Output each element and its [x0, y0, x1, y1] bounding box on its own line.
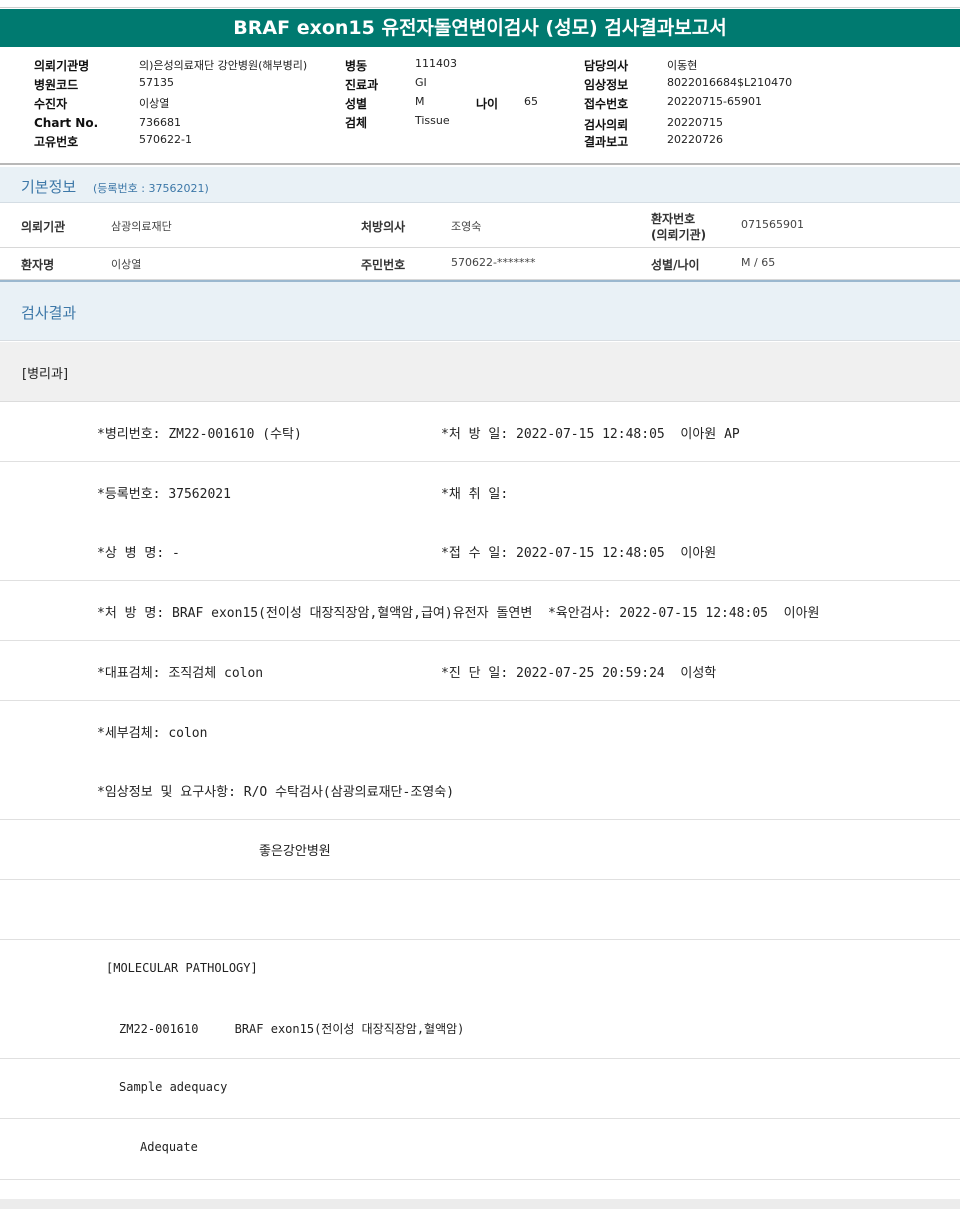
result-line-11: ZM22-001610 BRAF exon15(전이성 대장직장암,혈액암): [0, 999, 960, 1059]
label-receipt-no: 접수번호: [584, 97, 629, 111]
label-report-date: 결과보고: [584, 135, 629, 149]
value-patient-name: 이상열: [111, 258, 142, 271]
collection-date: *채 취 일:: [441, 487, 509, 502]
value-chart-no: 736681: [139, 116, 181, 129]
prescription-name: *처 방 명: BRAF exon15(전이성 대장직장암,혈액암,급여)유전자…: [97, 606, 820, 621]
result-line-7: *임상정보 및 요구사항: R/O 수탁검사(삼광의료재단-조영숙): [0, 760, 960, 820]
label-prescribing-doctor: 처방의사: [361, 220, 406, 234]
department-label: [병리과]: [22, 367, 69, 382]
value-specimen: Tissue: [415, 114, 450, 127]
detail-specimen: *세부검체: colon: [97, 726, 208, 741]
basic-info-row-1: 의뢰기관 삼광의료재단 처방의사 조영숙 환자번호 (의뢰기관) 0715659…: [0, 204, 960, 248]
top-border: [0, 0, 960, 8]
department-row: [병리과]: [0, 342, 960, 402]
value-report-date: 20220726: [667, 133, 723, 146]
sample-adequacy-label: Sample adequacy: [119, 1080, 228, 1094]
representative-specimen: *대표검체: 조직검체 colon: [97, 666, 264, 681]
result-line-2: *등록번호: 37562021 *채 취 일:: [0, 462, 960, 522]
label-patient-name: 환자명: [21, 258, 55, 272]
clinical-requirements: *임상정보 및 요구사항: R/O 수탁검사(삼광의료재단-조영숙): [97, 785, 455, 800]
label-patient-number: 환자번호: [651, 212, 696, 226]
value-age: 65: [524, 95, 538, 108]
label-ward: 병동: [345, 59, 368, 73]
label-sex-age: 성별/나이: [651, 258, 700, 272]
value-hospital-code: 57135: [139, 76, 174, 89]
value-ward: 111403: [415, 57, 457, 70]
label-specimen: 검체: [345, 116, 368, 130]
registration-no-line: *등록번호: 37562021: [97, 487, 231, 502]
value-receipt-no: 20220715-65901: [667, 95, 762, 108]
molecular-test-line: ZM22-001610 BRAF exon15(전이성 대장직장암,혈액암): [119, 1022, 465, 1036]
result-line-3: *상 병 명: - *접 수 일: 2022-07-15 12:48:05 이아…: [0, 521, 960, 581]
result-line-13: Adequate: [0, 1119, 960, 1180]
result-line-5: *대표검체: 조직검체 colon *진 단 일: 2022-07-25 20:…: [0, 641, 960, 701]
prescription-date: *처 방 일: 2022-07-15 12:48:05 이아원 AP: [441, 427, 740, 442]
diagnosis-date: *진 단 일: 2022-07-25 20:59:24 이성학: [441, 666, 717, 681]
report-header: 의뢰기관명 의)은성의료재단 강안병원(해부병리) 병원코드 57135 수진자…: [0, 47, 960, 165]
value-prescribing-doctor: 조영숙: [451, 220, 482, 233]
result-title: 검사결과: [21, 304, 77, 322]
diagnosis-name: *상 병 명: -: [97, 546, 180, 561]
value-clinical-info: 8022016684$L210470: [667, 76, 793, 89]
label-chart-no: Chart No.: [34, 116, 99, 130]
label-institution: 의뢰기관명: [34, 59, 90, 73]
label-sex: 성별: [345, 97, 368, 111]
label-patient: 수진자: [34, 97, 68, 111]
value-department: GI: [415, 76, 427, 89]
registration-number: (등록번호 : 37562021): [93, 182, 209, 195]
label-clinical-info: 임상정보: [584, 78, 629, 92]
label-age: 나이: [476, 97, 499, 111]
basic-info-row-2: 환자명 이상열 주민번호 570622-******* 성별/나이 M / 65: [0, 248, 960, 280]
label-doctor: 담당의사: [584, 59, 629, 73]
result-line-1: *병리번호: ZM22-001610 (수탁) *처 방 일: 2022-07-…: [0, 402, 960, 462]
result-header: 검사결과: [0, 282, 960, 341]
value-sex: M: [415, 95, 425, 108]
report-title: BRAF exon15 유전자돌연변이검사 (성모) 검사결과보고서: [0, 9, 960, 47]
value-unique-no: 570622-1: [139, 133, 192, 146]
value-requesting-institution: 삼광의료재단: [111, 220, 172, 233]
basic-info-header: 기본정보 (등록번호 : 37562021): [0, 167, 960, 203]
hospital-name-line: 좋은강안병원: [259, 844, 331, 859]
label-resident-number: 주민번호: [361, 258, 406, 272]
basic-info-title: 기본정보: [21, 178, 77, 196]
value-institution: 의)은성의료재단 강안병원(해부병리): [139, 59, 308, 72]
label-requesting-institution: 의뢰기관: [21, 220, 66, 234]
result-line-4: *처 방 명: BRAF exon15(전이성 대장직장암,혈액암,급여)유전자…: [0, 581, 960, 641]
value-patient-number: 071565901: [741, 218, 804, 231]
molecular-pathology-heading: [MOLECULAR PATHOLOGY]: [106, 961, 258, 975]
value-resident-number: 570622-*******: [451, 256, 536, 269]
value-sex-age: M / 65: [741, 256, 776, 269]
result-section: 검사결과 [병리과] *병리번호: ZM22-001610 (수탁) *처 방 …: [0, 280, 960, 1199]
value-request-date: 20220715: [667, 116, 723, 129]
result-line-9: [0, 880, 960, 940]
result-line-8: 좋은강안병원: [0, 820, 960, 880]
result-line-12: Sample adequacy: [0, 1059, 960, 1119]
sample-adequacy-value: Adequate: [140, 1140, 198, 1154]
result-line-6: *세부검체: colon: [0, 701, 960, 761]
label-request-date: 검사의뢰: [584, 118, 629, 132]
page-footer: [0, 1199, 960, 1209]
label-patient-number-sub: (의뢰기관): [651, 228, 707, 242]
pathology-number: *병리번호: ZM22-001610 (수탁): [97, 427, 302, 442]
label-hospital-code: 병원코드: [34, 78, 79, 92]
label-unique-no: 고유번호: [34, 135, 79, 149]
value-patient: 이상열: [139, 97, 170, 110]
label-department: 진료과: [345, 78, 379, 92]
receipt-date: *접 수 일: 2022-07-15 12:48:05 이아원: [441, 546, 717, 561]
value-doctor: 이동현: [667, 59, 698, 72]
result-line-10: [MOLECULAR PATHOLOGY]: [0, 940, 960, 1000]
